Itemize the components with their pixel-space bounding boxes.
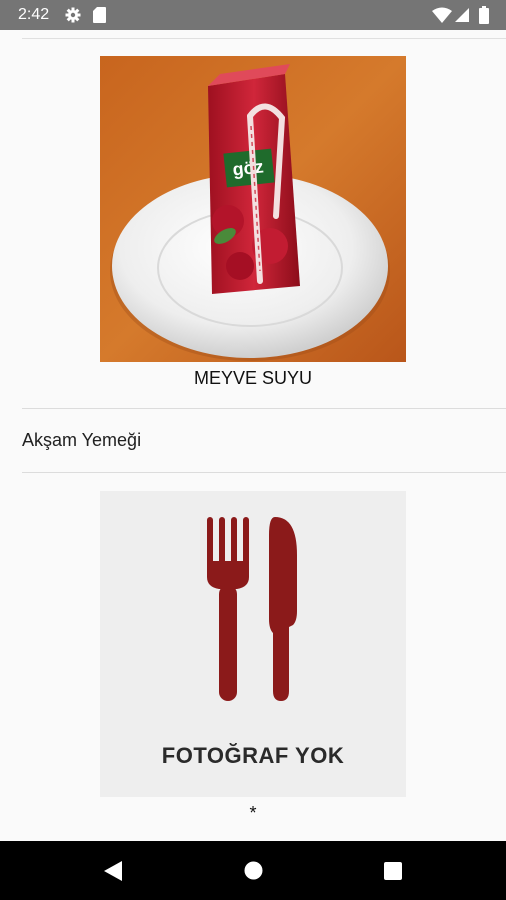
meal-section-title: Akşam Yemeği: [22, 430, 142, 450]
meal-caption: *: [249, 803, 257, 823]
home-icon[interactable]: [244, 861, 263, 880]
cutlery-icon: [207, 517, 297, 701]
no-photo-placeholder[interactable]: FOTOĞRAF YOK: [100, 491, 406, 797]
signal-icon: [455, 8, 469, 22]
gear-icon: [65, 7, 81, 23]
wifi-icon: [432, 7, 452, 23]
status-bar: 2:42: [0, 0, 506, 30]
juice-carton-photo[interactable]: göz: [100, 56, 406, 362]
divider: [22, 408, 506, 409]
sd-card-icon: [93, 7, 106, 23]
no-photo-label: FOTOĞRAF YOK: [161, 743, 345, 768]
battery-icon: [479, 6, 489, 24]
divider: [22, 472, 506, 473]
top-divider: [22, 38, 506, 39]
recents-icon[interactable]: [384, 862, 402, 880]
svg-text:göz: göz: [232, 156, 265, 179]
status-time: 2:42: [18, 6, 50, 23]
food-caption: MEYVE SUYU: [193, 368, 313, 388]
navigation-bar: [0, 841, 506, 900]
back-icon[interactable]: [103, 860, 123, 882]
